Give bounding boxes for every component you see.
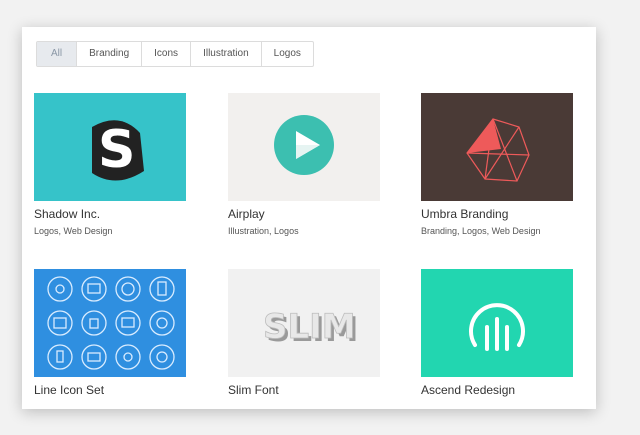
item-title[interactable]: Airplay	[228, 207, 380, 222]
thumbnail-slim-font[interactable]: SLIM SLIM	[228, 269, 380, 377]
filter-all[interactable]: All	[37, 42, 77, 66]
thumbnail-shadow-inc[interactable]: S	[34, 93, 186, 201]
portfolio-item-ascend-redesign: Ascend Redesign	[421, 269, 573, 398]
filter-logos[interactable]: Logos	[260, 42, 313, 66]
item-title[interactable]: Shadow Inc.	[34, 207, 186, 222]
thumbnail-umbra-branding[interactable]	[421, 93, 573, 201]
tag-link[interactable]: Logos	[462, 226, 487, 236]
item-title[interactable]: Slim Font	[228, 383, 380, 398]
portfolio-item-shadow-inc: S Shadow Inc. Logos, Web Design	[34, 93, 186, 236]
tag-link[interactable]: Illustration	[228, 226, 269, 236]
filter-icons[interactable]: Icons	[141, 42, 190, 66]
portfolio-item-line-icon-set: Line Icon Set	[34, 269, 186, 398]
item-tags: Branding, Logos, Web Design	[421, 226, 541, 236]
filter-bar: All Branding Icons Illustration Logos	[36, 41, 314, 67]
item-title[interactable]: Ascend Redesign	[421, 383, 573, 398]
portfolio-item-umbra-branding: Umbra Branding Branding, Logos, Web Desi…	[421, 93, 573, 236]
tag-link[interactable]: Logos	[274, 226, 299, 236]
portfolio-item-slim-font: SLIM SLIM Slim Font	[228, 269, 380, 398]
portfolio-item-airplay: Airplay Illustration, Logos	[228, 93, 380, 236]
play-circle-icon	[274, 115, 334, 175]
thumbnail-ascend-redesign[interactable]	[421, 269, 573, 377]
filter-illustration[interactable]: Illustration	[190, 42, 261, 66]
icon-grid	[47, 276, 175, 370]
slim-logo-text: SLIM	[263, 307, 356, 347]
tag-link[interactable]: Branding	[421, 226, 457, 236]
slim-wordmark: SLIM SLIM	[263, 307, 359, 350]
ascend-arc-icon	[469, 303, 525, 351]
item-title[interactable]: Line Icon Set	[34, 383, 186, 398]
item-tags: Logos, Web Design	[34, 226, 113, 236]
thumbnail-airplay[interactable]	[228, 93, 380, 201]
thumbnail-line-icon-set[interactable]	[34, 269, 186, 377]
s-logo-icon: S	[92, 120, 144, 181]
polygon-logo-icon	[466, 118, 530, 182]
tag-link[interactable]: Web Design	[64, 226, 113, 236]
tag-link[interactable]: Web Design	[492, 226, 541, 236]
item-tags: Illustration, Logos	[228, 226, 299, 236]
portfolio-panel: All Branding Icons Illustration Logos S …	[22, 27, 596, 409]
tag-link[interactable]: Logos	[34, 226, 59, 236]
item-title[interactable]: Umbra Branding	[421, 207, 573, 222]
shadow-logo-letter: S	[98, 120, 135, 180]
filter-branding[interactable]: Branding	[76, 42, 141, 66]
